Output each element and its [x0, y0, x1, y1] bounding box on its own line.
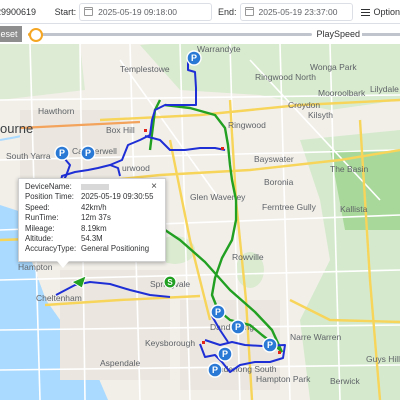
- info-row: Speed: 42km/h: [25, 203, 153, 213]
- start-marker[interactable]: S: [163, 275, 177, 289]
- info-row: Mileage: 8.19km: [25, 224, 153, 234]
- playspeed-slider[interactable]: [362, 26, 400, 42]
- info-key: AccuracyType:: [25, 244, 77, 254]
- svg-text:P: P: [215, 307, 221, 317]
- parking-marker[interactable]: P: [186, 50, 202, 66]
- close-icon[interactable]: ×: [151, 182, 157, 192]
- svg-text:South Yarra: South Yarra: [6, 151, 51, 161]
- parking-marker[interactable]: P: [217, 346, 233, 362]
- playback-bar: Reset PlaySpeed: [0, 24, 400, 44]
- svg-text:Glen Waverley: Glen Waverley: [190, 192, 246, 202]
- svg-text:Narre Warren: Narre Warren: [290, 332, 341, 342]
- toolbar: 29900619 Start: 2025-05-19 09:18:00 End:…: [0, 0, 400, 24]
- option-button[interactable]: Option: [361, 7, 400, 17]
- svg-text:Guys Hill: Guys Hill: [366, 354, 400, 364]
- calendar-icon: [244, 7, 254, 16]
- info-row: RunTime: 12m 37s: [25, 213, 153, 223]
- position-info-popup: × DeviceName: Position Time: 2025-05-19 …: [18, 178, 166, 262]
- parking-marker[interactable]: P: [54, 145, 70, 161]
- info-key: Position Time:: [25, 192, 74, 202]
- svg-text:Boronia: Boronia: [264, 177, 294, 187]
- info-key: Mileage:: [25, 223, 55, 233]
- svg-text:Hampton: Hampton: [18, 262, 53, 272]
- info-value: [81, 182, 153, 192]
- svg-text:Box Hill: Box Hill: [106, 125, 135, 135]
- parking-marker[interactable]: P: [262, 337, 278, 353]
- info-key: RunTime:: [25, 213, 59, 223]
- info-value: 12m 37s: [81, 213, 111, 223]
- parking-marker[interactable]: P: [230, 319, 246, 335]
- start-label: Start:: [54, 6, 77, 17]
- reset-button[interactable]: Reset: [0, 26, 22, 42]
- redacted-device-name: [81, 183, 109, 190]
- svg-text:P: P: [267, 340, 273, 350]
- parking-marker[interactable]: P: [210, 304, 226, 320]
- option-label: Option: [373, 6, 400, 17]
- svg-text:Ringwood: Ringwood: [228, 120, 266, 130]
- info-key: Speed:: [25, 202, 50, 212]
- svg-text:Kilsyth: Kilsyth: [308, 110, 333, 120]
- svg-text:The Basin: The Basin: [330, 164, 369, 174]
- parking-marker[interactable]: P: [207, 362, 223, 378]
- info-value: 2025-05-19 09:30:55: [81, 192, 154, 202]
- svg-text:Lilydale: Lilydale: [370, 84, 399, 94]
- svg-text:P: P: [212, 365, 218, 375]
- start-datetime-input[interactable]: 2025-05-19 09:18:00: [79, 2, 212, 21]
- info-value: 42km/h: [81, 202, 107, 212]
- svg-text:Hampton Park: Hampton Park: [256, 374, 311, 384]
- svg-text:S: S: [167, 278, 173, 287]
- info-row: AccuracyType: General Positioning: [25, 244, 153, 254]
- svg-text:Mooroolbark: Mooroolbark: [318, 88, 366, 98]
- info-row: Altitude: 54.3M: [25, 234, 153, 244]
- start-datetime-value: 2025-05-19 09:18:00: [98, 6, 178, 17]
- svg-text:Wonga Park: Wonga Park: [310, 62, 357, 72]
- end-datetime-input[interactable]: 2025-05-19 23:37:00: [239, 2, 354, 21]
- info-value: 54.3M: [81, 234, 103, 244]
- svg-text:Hawthorn: Hawthorn: [38, 106, 75, 116]
- playspeed-label: PlaySpeed: [316, 29, 360, 39]
- slider-thumb[interactable]: [28, 28, 43, 42]
- end-label: End:: [217, 6, 237, 17]
- info-value: General Positioning: [81, 244, 150, 254]
- popup-pointer: [57, 261, 69, 268]
- svg-text:Croydon: Croydon: [288, 100, 320, 110]
- svg-text:Berwick: Berwick: [330, 376, 361, 386]
- svg-text:P: P: [235, 322, 241, 332]
- svg-text:P: P: [85, 148, 91, 158]
- svg-text:P: P: [222, 349, 228, 359]
- svg-text:Ringwood North: Ringwood North: [255, 72, 316, 82]
- info-row: DeviceName:: [25, 182, 153, 192]
- device-id-label: 29900619: [0, 6, 37, 17]
- svg-text:urwood: urwood: [122, 163, 150, 173]
- info-value: 8.19km: [81, 223, 107, 233]
- end-datetime-value: 2025-05-19 23:37:00: [258, 6, 338, 17]
- svg-text:Ferntree Gully: Ferntree Gully: [262, 202, 317, 212]
- svg-text:Warrandyte: Warrandyte: [197, 44, 241, 54]
- svg-text:Aspendale: Aspendale: [100, 358, 140, 368]
- slider-track: [27, 33, 313, 36]
- svg-text:Bayswater: Bayswater: [254, 154, 294, 164]
- calendar-icon: [84, 7, 94, 16]
- parking-marker[interactable]: P: [80, 145, 96, 161]
- info-key: Altitude:: [25, 234, 54, 244]
- svg-text:Keysborough: Keysborough: [145, 338, 195, 348]
- sliders-icon: [361, 8, 371, 16]
- slider-track: [362, 33, 400, 36]
- info-row: Position Time: 2025-05-19 09:30:55: [25, 192, 153, 202]
- svg-text:P: P: [59, 148, 65, 158]
- svg-text:Rowville: Rowville: [232, 252, 264, 262]
- info-key: DeviceName:: [25, 182, 72, 191]
- svg-text:ourne: ourne: [0, 121, 33, 136]
- svg-text:P: P: [191, 53, 197, 63]
- playback-slider[interactable]: [27, 26, 313, 42]
- position-info-table: DeviceName: Position Time: 2025-05-19 09…: [25, 182, 153, 255]
- svg-text:Kallista: Kallista: [340, 204, 368, 214]
- svg-text:Templestowe: Templestowe: [120, 64, 170, 74]
